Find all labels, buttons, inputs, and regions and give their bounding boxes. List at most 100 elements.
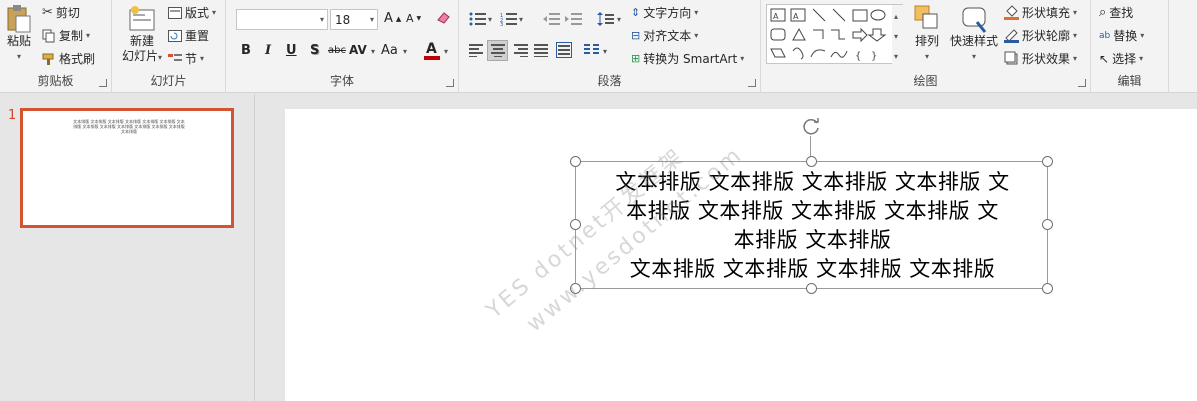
numbering-icon[interactable]: 123: [500, 12, 518, 26]
quick-styles-label: 快速样式: [949, 34, 998, 48]
textbox-line-2: 本排版 文本排版 文本排版 文本排版 文: [626, 199, 999, 223]
layout-label: 版式: [185, 6, 210, 20]
bullets-caret-icon[interactable]: ▾: [488, 15, 492, 24]
replace-button[interactable]: ab 替换 ▾: [1099, 27, 1144, 44]
columns-caret-icon[interactable]: ▾: [603, 47, 607, 56]
paint-bucket-icon: [1004, 5, 1019, 20]
text-direction-button[interactable]: ⇕ 文字方向 ▾: [631, 4, 698, 21]
eraser-icon: [437, 12, 450, 24]
format-painter-button[interactable]: 格式刷: [42, 50, 95, 67]
shape-fill-caret-icon: ▾: [1073, 8, 1078, 17]
align-center-icon[interactable]: [490, 43, 506, 57]
select-button[interactable]: ↖ 选择 ▾: [1099, 50, 1143, 67]
paste-button[interactable]: 粘贴 ▾: [4, 4, 34, 64]
new-slide-icon: [129, 6, 155, 31]
scissors-icon: ✂: [42, 5, 53, 20]
paragraph-group: ▾ 123 ▾ ▾ ⇕ 文字方向 ▾ ⊟ 对齐文本 ▾ ⊞ 转换为 SmartA…: [459, 0, 761, 93]
copy-icon: [42, 29, 55, 42]
paragraph-launcher-icon[interactable]: [748, 79, 756, 87]
grow-font-button[interactable]: A ▲: [384, 11, 401, 26]
section-icon: [168, 53, 182, 61]
font-color-button[interactable]: A: [424, 40, 440, 60]
font-name-combo[interactable]: ▾: [236, 9, 328, 30]
resize-handle-top[interactable]: [806, 156, 817, 167]
change-case-caret-icon[interactable]: ▾: [403, 47, 407, 56]
selected-textbox[interactable]: 文本排版 文本排版 文本排版 文本排版 文 本排版 文本排版 文本排版 文本排版…: [575, 161, 1048, 289]
svg-text:▾: ▾: [894, 52, 898, 61]
quick-styles-button[interactable]: 快速样式 ▾: [948, 4, 1000, 64]
convert-smartart-button[interactable]: ⊞ 转换为 SmartArt ▾: [631, 50, 744, 67]
bold-button[interactable]: B: [241, 43, 251, 58]
find-button[interactable]: ⌕ 查找: [1099, 4, 1133, 21]
section-label: 节: [185, 52, 198, 66]
align-text-button[interactable]: ⊟ 对齐文本 ▾: [631, 27, 698, 44]
section-caret-icon: ▾: [200, 54, 205, 63]
reset-button[interactable]: 重置: [168, 27, 209, 44]
cursor-arrow-icon: ↖: [1099, 51, 1110, 66]
layout-caret-icon: ▾: [212, 8, 217, 17]
resize-handle-top-left[interactable]: [570, 156, 581, 167]
copy-caret-icon[interactable]: ▾: [86, 31, 90, 40]
paste-caret-icon[interactable]: ▾: [17, 49, 21, 64]
section-button[interactable]: 节 ▾: [168, 50, 204, 67]
line-spacing-icon[interactable]: [597, 11, 615, 27]
change-case-button[interactable]: Aa: [381, 43, 398, 58]
font-color-caret-icon[interactable]: ▾: [444, 47, 448, 56]
resize-handle-bottom-left[interactable]: [570, 283, 581, 294]
cut-button[interactable]: ✂ 剪切: [42, 4, 80, 21]
char-spacing-caret-icon[interactable]: ▾: [371, 47, 375, 56]
italic-button[interactable]: I: [265, 43, 271, 58]
copy-button[interactable]: 复制 ▾: [42, 27, 90, 44]
textbox-content[interactable]: 文本排版 文本排版 文本排版 文本排版 文 本排版 文本排版 文本排版 文本排版…: [582, 168, 1043, 284]
arrange-button[interactable]: 排列 ▾: [910, 4, 944, 64]
drawing-group-label: 绘图: [913, 74, 938, 88]
strikethrough-button[interactable]: abc: [328, 45, 346, 56]
shadow-button[interactable]: S: [310, 43, 319, 58]
columns-icon[interactable]: [584, 43, 600, 57]
resize-handle-right[interactable]: [1042, 219, 1053, 230]
slide-thumbnail[interactable]: 文本排版 文本排版 文本排版 文本排版 文本排版 文本排版 文本排版 文本排版 …: [20, 108, 234, 228]
ribbon: 粘贴 ▾ ✂ 剪切 复制 ▾ 格式刷 剪贴板 新建 幻灯片▾ 版式 ▾ 重置 节…: [0, 0, 1197, 93]
arrange-icon: [914, 5, 938, 29]
new-slide-button[interactable]: 新建 幻灯片▾: [116, 4, 168, 65]
bullets-icon[interactable]: [469, 12, 487, 26]
numbering-caret-icon[interactable]: ▾: [519, 15, 523, 24]
shape-outline-button[interactable]: 形状轮廓 ▾: [1004, 27, 1077, 44]
layout-button[interactable]: 版式 ▾: [168, 4, 216, 21]
shapes-gallery[interactable]: A A { } ▴ ▾ ▾: [766, 4, 904, 65]
shrink-font-button[interactable]: A ▼: [406, 12, 421, 25]
clear-format-button[interactable]: [436, 10, 451, 25]
line-spacing-caret-icon[interactable]: ▾: [617, 15, 621, 24]
decrease-indent-icon[interactable]: [543, 12, 561, 26]
reset-icon: [168, 29, 182, 42]
char-spacing-button[interactable]: AV: [349, 43, 367, 57]
paste-label: 粘贴: [6, 34, 31, 48]
distributed-icon[interactable]: [556, 42, 572, 58]
align-text-label: 对齐文本: [643, 29, 692, 43]
resize-handle-bottom[interactable]: [806, 283, 817, 294]
align-left-icon[interactable]: [469, 43, 485, 57]
font-size-dropdown-icon[interactable]: ▾: [370, 15, 374, 24]
new-slide-caret-icon[interactable]: ▾: [158, 53, 162, 62]
resize-handle-top-right[interactable]: [1042, 156, 1053, 167]
textbox-line-4: 文本排版 文本排版 文本排版 文本排版: [629, 257, 996, 281]
font-size-combo[interactable]: 18 ▾: [330, 9, 378, 30]
shape-effects-caret-icon: ▾: [1073, 54, 1078, 63]
quick-styles-caret-icon: ▾: [971, 52, 976, 61]
align-right-icon[interactable]: [512, 43, 528, 57]
underline-button[interactable]: U: [286, 43, 297, 58]
rotate-handle-icon[interactable]: [802, 117, 822, 137]
slide-thumbnail-pane: 1 文本排版 文本排版 文本排版 文本排版 文本排版 文本排版 文本排版 文本排…: [0, 94, 255, 401]
slide-number: 1: [8, 108, 17, 123]
shape-effects-button[interactable]: 形状效果 ▾: [1004, 50, 1077, 67]
resize-handle-left[interactable]: [570, 219, 581, 230]
pen-outline-icon: [1004, 29, 1019, 43]
resize-handle-bottom-right[interactable]: [1042, 283, 1053, 294]
drawing-launcher-icon[interactable]: [1078, 79, 1086, 87]
font-name-dropdown-icon[interactable]: ▾: [320, 15, 324, 24]
font-launcher-icon[interactable]: [446, 79, 454, 87]
clipboard-launcher-icon[interactable]: [99, 79, 107, 87]
shape-fill-button[interactable]: 形状填充 ▾: [1004, 4, 1077, 21]
justify-icon[interactable]: [534, 43, 550, 57]
increase-indent-icon[interactable]: [565, 12, 583, 26]
